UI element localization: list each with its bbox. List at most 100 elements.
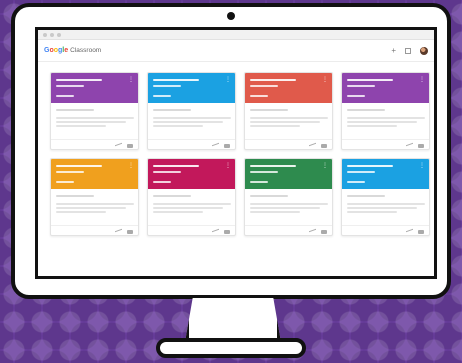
folder-icon[interactable] <box>418 143 424 148</box>
folder-icon[interactable] <box>321 143 327 148</box>
class-card[interactable]: ⋮ <box>147 158 236 236</box>
class-teacher-placeholder <box>347 95 365 97</box>
text-placeholder <box>347 109 385 111</box>
class-section-placeholder <box>153 85 181 87</box>
more-vert-icon[interactable]: ⋮ <box>322 77 328 83</box>
class-card[interactable]: ⋮ <box>50 158 139 236</box>
class-card-header[interactable]: ⋮ <box>51 159 138 189</box>
folder-icon[interactable] <box>224 143 230 148</box>
text-placeholder <box>250 121 320 123</box>
class-card-footer <box>148 139 235 149</box>
class-card-grid: ⋮ ⋮ ⋮ ⋮ ⋮ ⋮ ⋮ ⋮ <box>38 62 434 236</box>
class-card[interactable]: ⋮ <box>244 158 333 236</box>
text-placeholder <box>153 117 231 119</box>
class-section-placeholder <box>250 171 278 173</box>
class-title-placeholder <box>347 165 393 167</box>
class-card-footer <box>51 225 138 235</box>
class-card-body <box>342 103 429 149</box>
class-card-header[interactable]: ⋮ <box>245 73 332 103</box>
plus-icon[interactable]: + <box>391 46 396 55</box>
more-vert-icon[interactable]: ⋮ <box>128 77 134 83</box>
class-card-footer <box>245 225 332 235</box>
text-placeholder <box>250 125 300 127</box>
gradebook-icon[interactable] <box>115 228 122 235</box>
text-placeholder <box>56 109 94 111</box>
class-card-header[interactable]: ⋮ <box>148 73 235 103</box>
text-placeholder <box>250 203 328 205</box>
class-card-footer <box>342 139 429 149</box>
class-section-placeholder <box>56 85 84 87</box>
text-placeholder <box>56 117 134 119</box>
class-title-placeholder <box>250 79 296 81</box>
gradebook-icon[interactable] <box>309 142 316 149</box>
class-card-body <box>245 103 332 149</box>
class-card-header[interactable]: ⋮ <box>342 159 429 189</box>
class-card[interactable]: ⋮ <box>341 72 430 150</box>
more-vert-icon[interactable]: ⋮ <box>419 163 425 169</box>
window-dot[interactable] <box>57 32 61 37</box>
class-teacher-placeholder <box>250 181 268 183</box>
more-vert-icon[interactable]: ⋮ <box>128 163 134 169</box>
avatar[interactable] <box>420 46 428 55</box>
browser-titlebar <box>38 30 434 40</box>
folder-icon[interactable] <box>127 143 133 148</box>
class-teacher-placeholder <box>56 181 74 183</box>
folder-icon[interactable] <box>321 229 327 234</box>
window-dot[interactable] <box>43 32 47 37</box>
class-card-header[interactable]: ⋮ <box>148 159 235 189</box>
text-placeholder <box>347 121 417 123</box>
class-card-header[interactable]: ⋮ <box>245 159 332 189</box>
more-vert-icon[interactable]: ⋮ <box>419 77 425 83</box>
more-vert-icon[interactable]: ⋮ <box>322 163 328 169</box>
class-card-body <box>342 189 429 235</box>
class-card[interactable]: ⋮ <box>244 72 333 150</box>
brand-logo[interactable]: Google Classroom <box>44 47 101 54</box>
class-card[interactable]: ⋮ <box>147 72 236 150</box>
class-card-body <box>148 189 235 235</box>
text-placeholder <box>56 195 94 197</box>
text-placeholder <box>56 207 126 209</box>
class-card[interactable]: ⋮ <box>50 72 139 150</box>
text-placeholder <box>153 211 203 213</box>
screen: Google Classroom + ⋮ ⋮ ⋮ ⋮ ⋮ ⋮ ⋮ ⋮ <box>35 27 437 279</box>
gradebook-icon[interactable] <box>406 142 413 149</box>
text-placeholder <box>153 207 223 209</box>
text-placeholder <box>347 203 425 205</box>
monitor-stand-neck <box>185 298 281 342</box>
more-vert-icon[interactable]: ⋮ <box>225 77 231 83</box>
class-card[interactable]: ⋮ <box>341 158 430 236</box>
window-dot[interactable] <box>50 32 54 37</box>
folder-icon[interactable] <box>418 229 424 234</box>
text-placeholder <box>56 121 126 123</box>
class-section-placeholder <box>153 171 181 173</box>
class-card-footer <box>51 139 138 149</box>
gradebook-icon[interactable] <box>212 228 219 235</box>
class-card-header[interactable]: ⋮ <box>51 73 138 103</box>
text-placeholder <box>347 195 385 197</box>
class-title-placeholder <box>250 165 296 167</box>
class-card-body <box>51 189 138 235</box>
apps-grid-icon[interactable] <box>405 47 411 54</box>
gradebook-icon[interactable] <box>406 228 413 235</box>
brand-letter: e <box>64 47 69 54</box>
more-vert-icon[interactable]: ⋮ <box>225 163 231 169</box>
monitor-bezel: Google Classroom + ⋮ ⋮ ⋮ ⋮ ⋮ ⋮ ⋮ ⋮ <box>11 3 451 299</box>
class-title-placeholder <box>153 165 199 167</box>
camera-icon <box>227 12 235 20</box>
class-teacher-placeholder <box>250 95 268 97</box>
text-placeholder <box>347 211 397 213</box>
gradebook-icon[interactable] <box>309 228 316 235</box>
text-placeholder <box>56 203 134 205</box>
text-placeholder <box>250 207 320 209</box>
gradebook-icon[interactable] <box>115 142 122 149</box>
text-placeholder <box>153 109 191 111</box>
class-card-body <box>148 103 235 149</box>
class-title-placeholder <box>56 165 102 167</box>
header-actions: + <box>391 46 428 55</box>
class-card-header[interactable]: ⋮ <box>342 73 429 103</box>
gradebook-icon[interactable] <box>212 142 219 149</box>
folder-icon[interactable] <box>224 229 230 234</box>
class-card-footer <box>148 225 235 235</box>
folder-icon[interactable] <box>127 229 133 234</box>
class-title-placeholder <box>347 79 393 81</box>
